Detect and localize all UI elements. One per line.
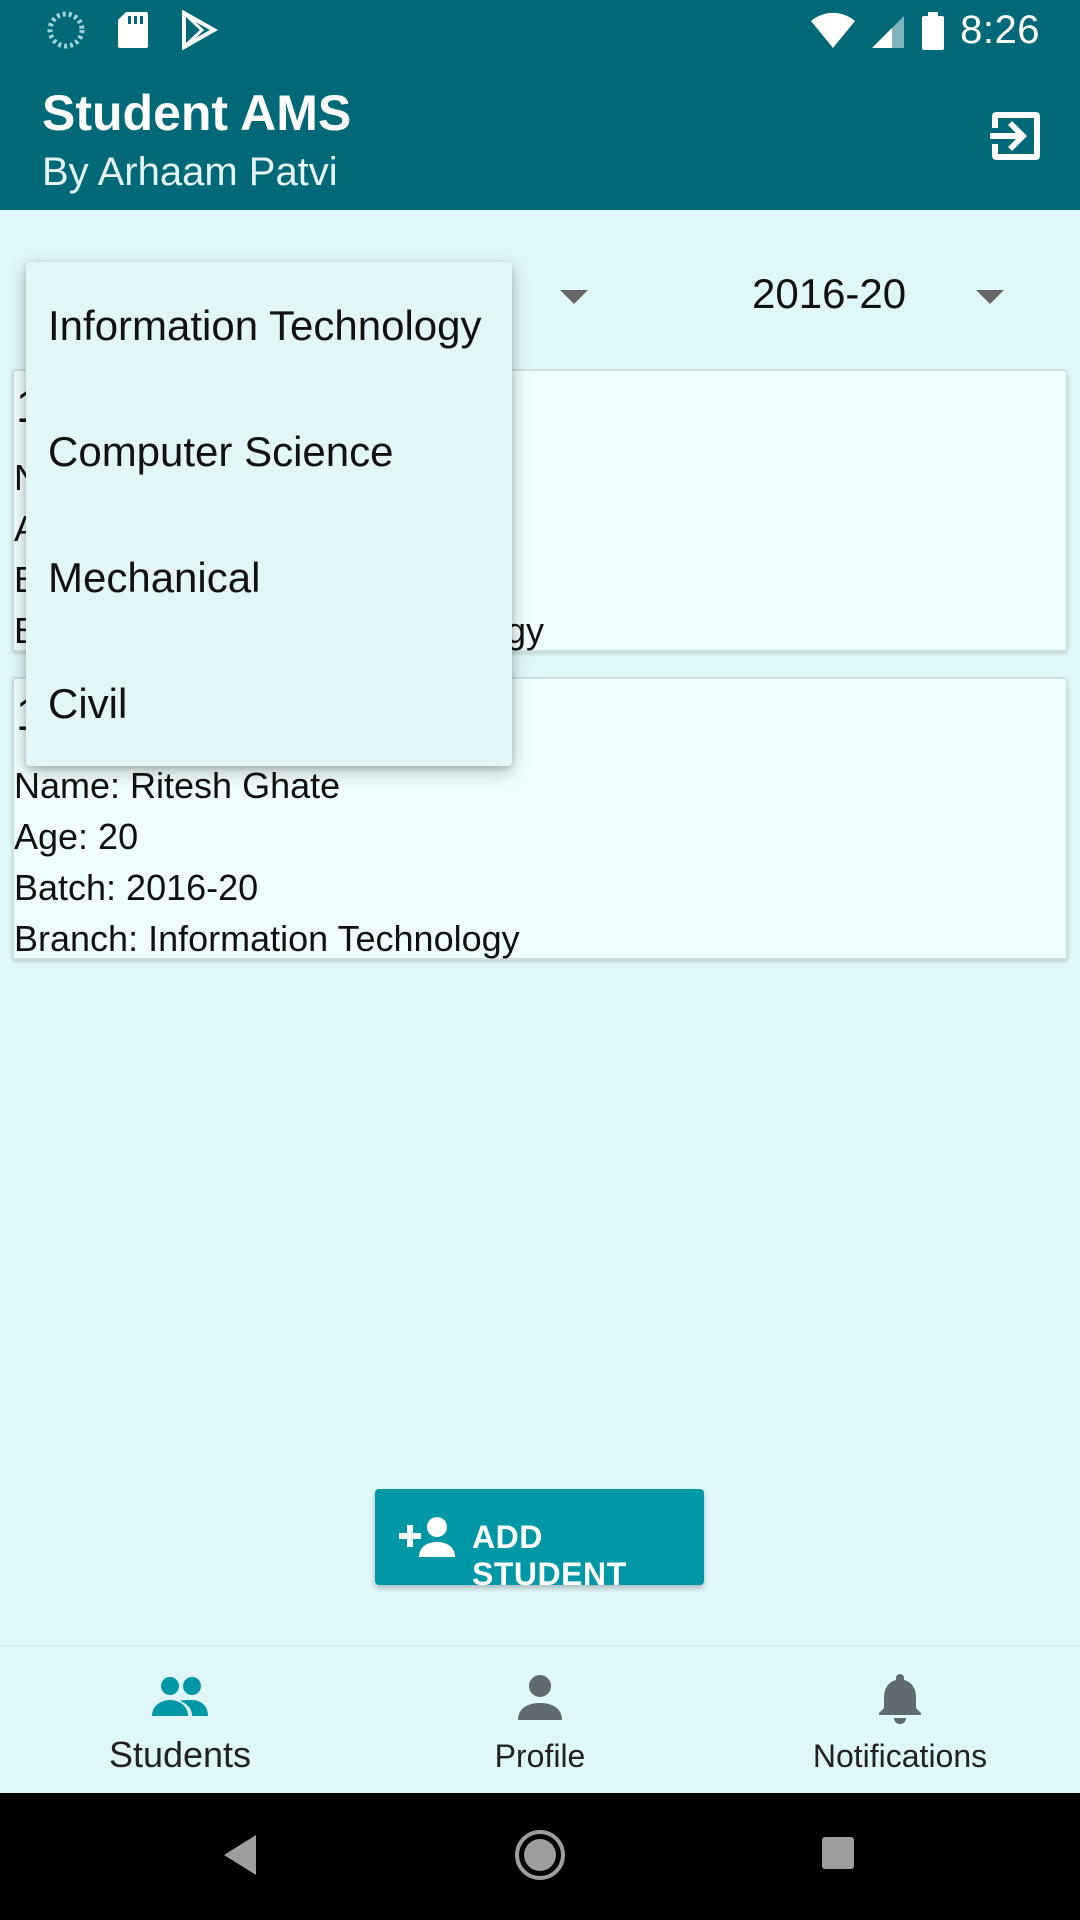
wifi-icon <box>811 12 856 48</box>
student-branch: Branch: Information Technology <box>14 918 520 959</box>
nav-notifications[interactable]: Notifications <box>720 1646 1080 1794</box>
dropdown-option-civil[interactable]: Civil <box>48 680 127 728</box>
nav-students[interactable]: Students <box>0 1646 360 1794</box>
bottom-navigation: Students Profile Notifications <box>0 1645 1080 1793</box>
student-age: Age: 20 <box>14 816 139 857</box>
signal-icon <box>872 15 905 48</box>
clock: 8:26 <box>960 8 1040 52</box>
status-bar: 8:26 <box>0 0 1080 64</box>
add-student-button[interactable]: ADD STUDENT <box>375 1489 704 1592</box>
batch-dropdown-arrow-icon[interactable] <box>976 290 1004 304</box>
app-bar: Student AMS By Arhaam Patvi <box>0 64 1080 210</box>
bell-icon <box>879 1674 921 1724</box>
branch-dropdown-menu: Information Technology Computer Science … <box>26 262 512 766</box>
branch-dropdown-arrow-icon[interactable] <box>560 290 588 304</box>
sd-card-icon <box>118 12 148 48</box>
battery-icon <box>922 11 945 50</box>
add-student-label: ADD STUDENT <box>472 1519 627 1592</box>
student-name: Name: Ritesh Ghate <box>14 765 341 806</box>
system-nav-bar <box>0 1793 1080 1920</box>
dropdown-option-mechanical[interactable]: Mechanical <box>48 554 260 602</box>
people-icon <box>152 1677 208 1716</box>
nav-students-label: Students <box>108 1734 252 1775</box>
dropdown-option-computer-science[interactable]: Computer Science <box>48 428 394 476</box>
play-store-icon <box>182 10 218 50</box>
app-subtitle: By Arhaam Patvi <box>42 150 338 194</box>
dropdown-option-information-technology[interactable]: Information Technology <box>48 302 482 350</box>
recents-icon[interactable] <box>820 1835 856 1871</box>
logout-icon[interactable] <box>986 106 1046 166</box>
app-title: Student AMS <box>42 85 352 141</box>
nav-profile[interactable]: Profile <box>360 1646 720 1794</box>
home-icon[interactable] <box>514 1829 566 1881</box>
add-person-icon <box>399 1517 455 1557</box>
person-icon <box>518 1675 562 1720</box>
nav-notifications-label: Notifications <box>812 1738 988 1774</box>
nav-profile-label: Profile <box>494 1738 586 1774</box>
batch-spinner[interactable]: 2016-20 <box>752 270 906 318</box>
back-icon[interactable] <box>222 1833 258 1877</box>
student-batch: Batch: 2016-20 <box>14 867 259 908</box>
loading-icon <box>47 11 85 49</box>
